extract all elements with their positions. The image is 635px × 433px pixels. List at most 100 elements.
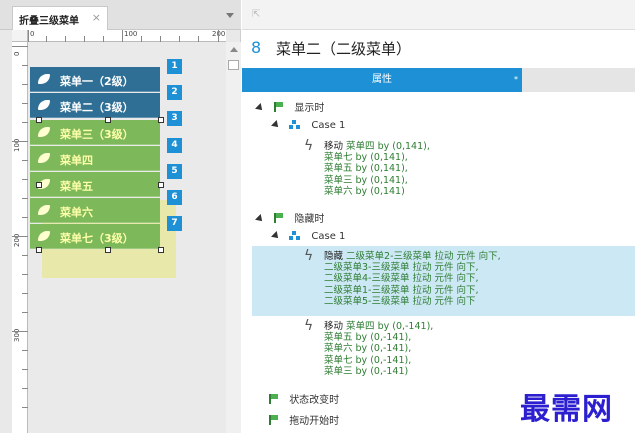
- vertical-scrollbar[interactable]: [226, 42, 241, 433]
- menu-item-label: 菜单二（3级）: [60, 101, 134, 114]
- scroll-thumb[interactable]: [228, 60, 239, 70]
- action-move-2[interactable]: 移动 菜单四 by (0,-141), 菜单五 by (0,-141), 菜单六…: [324, 321, 433, 377]
- menu-item-label: 菜单七（3级）: [60, 232, 134, 245]
- leaf-icon: [38, 127, 50, 137]
- action-verb: 移动: [324, 141, 344, 152]
- action-line: 二级菜单5-三级菜单 拉动 元件 向下: [324, 295, 476, 307]
- event-label: 拖动开始时: [289, 416, 340, 427]
- menu-item-4[interactable]: 菜单四: [30, 146, 160, 171]
- leaf-icon: [38, 153, 50, 163]
- action-line: 菜单三 by (0,141),: [324, 174, 408, 186]
- event-label: 隐藏时: [294, 214, 325, 225]
- lightning-icon: ϟ: [304, 138, 314, 154]
- event-shown[interactable]: 显示时: [255, 99, 325, 114]
- case-row[interactable]: Case 1: [271, 231, 346, 242]
- action-line: 二级菜单1-三级菜单 拉动 元件 向下,: [324, 284, 479, 296]
- menu-item-label: 菜单五: [60, 180, 93, 193]
- action-line: 菜单四 by (0,141),: [346, 141, 430, 152]
- action-line: 菜单四 by (0,-141),: [346, 321, 434, 332]
- event-flag-icon: [273, 102, 284, 112]
- menu-item-6[interactable]: 菜单六: [30, 198, 160, 223]
- menu-item-7[interactable]: 菜单七（3级）: [30, 224, 160, 249]
- widget-number: 8: [251, 38, 262, 57]
- event-drag-start[interactable]: 拖动开始时: [268, 412, 339, 427]
- footnote-badge: 5: [167, 164, 182, 179]
- selection-handle[interactable]: [36, 117, 42, 123]
- ruler-label: 0: [30, 30, 35, 38]
- selection-handle[interactable]: [158, 117, 164, 123]
- selection-handle[interactable]: [36, 247, 42, 253]
- action-move-1[interactable]: 移动 菜单四 by (0,141), 菜单七 by (0,141), 菜单五 b…: [324, 141, 430, 197]
- menu-item-label: 菜单六: [60, 206, 93, 219]
- menu-item-label: 菜单四: [60, 154, 93, 167]
- event-flag-icon: [268, 394, 278, 404]
- event-flag-icon: [268, 415, 278, 425]
- footnote-badge: 7: [167, 216, 182, 231]
- leaf-icon: [38, 74, 50, 84]
- case-label: Case 1: [311, 231, 346, 242]
- selection-handle[interactable]: [158, 182, 164, 188]
- footnote-badge: 4: [167, 138, 182, 153]
- ruler-corner: [12, 30, 28, 42]
- event-hidden[interactable]: 隐藏时: [255, 210, 325, 225]
- expand-arrow-icon[interactable]: [255, 103, 265, 113]
- event-state-change[interactable]: 状态改变时: [268, 391, 339, 406]
- document-tab-bar: 折叠三级菜单 ×: [0, 0, 241, 30]
- action-line: 二级菜单2-三级菜单 拉动 元件 向下,: [346, 251, 501, 262]
- menu-item-1[interactable]: 菜单一（2级）: [30, 67, 160, 92]
- selection-handle[interactable]: [105, 247, 111, 253]
- lightning-icon: ϟ: [304, 318, 314, 334]
- menu-item-5[interactable]: 菜单五: [30, 172, 160, 197]
- action-line: 菜单七 by (0,-141),: [324, 354, 412, 366]
- menu-item-label: 菜单一（2级）: [60, 75, 134, 88]
- selection-handle[interactable]: [105, 117, 111, 123]
- footnote-badge: 6: [167, 190, 182, 205]
- action-verb: 隐藏: [324, 251, 344, 262]
- inspector-panel: ⇱ 8 菜单二（二级菜单） 属性 * 显示时 Case 1 ϟ 移动 菜单四 b…: [242, 0, 635, 433]
- action-line: 菜单五 by (0,141),: [324, 163, 408, 175]
- chevron-down-icon[interactable]: [226, 13, 234, 18]
- leaf-icon: [38, 100, 50, 110]
- footnote-badge: 2: [167, 85, 182, 100]
- tab-properties-label: 属性: [372, 74, 392, 85]
- event-label: 状态改变时: [289, 395, 340, 406]
- expand-arrow-icon[interactable]: [271, 120, 281, 130]
- inspector-header-bar: ⇱: [242, 0, 635, 30]
- action-line: 二级菜单3-三级菜单 拉动 元件 向下,: [324, 262, 479, 274]
- menu-item-2[interactable]: 菜单二（3级）: [30, 93, 160, 118]
- collapse-icon[interactable]: ⇱: [252, 9, 260, 20]
- case-row[interactable]: Case 1: [271, 120, 345, 131]
- action-line: 菜单七 by (0,141),: [324, 152, 408, 164]
- footnote-badge: 1: [167, 59, 182, 74]
- vertical-ruler: 0 100 200 300: [12, 42, 28, 433]
- close-icon[interactable]: ×: [92, 11, 101, 24]
- ruler-label: 100: [124, 30, 138, 38]
- tab-modified-marker: *: [514, 75, 518, 84]
- event-flag-icon: [273, 213, 284, 223]
- widget-title: 菜单二（二级菜单）: [276, 40, 412, 58]
- action-line: 菜单六 by (0,141): [324, 185, 405, 197]
- document-tab[interactable]: 折叠三级菜单 ×: [12, 6, 108, 30]
- expand-arrow-icon[interactable]: [271, 231, 281, 241]
- menu-item-label: 菜单三（3级）: [60, 128, 134, 141]
- case-icon: [289, 120, 301, 129]
- inspector-tabs: 属性 *: [242, 68, 635, 92]
- selection-handle[interactable]: [158, 247, 164, 253]
- expand-arrow-icon[interactable]: [255, 214, 265, 224]
- menu-item-3[interactable]: 菜单三（3级）: [30, 120, 160, 145]
- tab-properties[interactable]: 属性 *: [242, 68, 522, 92]
- design-canvas[interactable]: 菜单一（2级） 菜单二（3级） 菜单三（3级） 菜单四 菜单五 菜单六 菜单七（…: [28, 42, 226, 433]
- scroll-up-icon[interactable]: [230, 47, 238, 52]
- watermark: 最需网: [520, 392, 613, 427]
- lightning-icon: ϟ: [304, 248, 314, 264]
- document-tab-title: 折叠三级菜单: [19, 16, 79, 27]
- selection-handle[interactable]: [36, 182, 42, 188]
- action-line: 菜单六 by (0,-141),: [324, 343, 412, 355]
- action-line: 菜单五 by (0,-141),: [324, 332, 412, 344]
- event-label: 显示时: [294, 103, 325, 114]
- action-line: 二级菜单4-三级菜单 拉动 元件 向下,: [324, 273, 479, 285]
- action-hide[interactable]: 隐藏 二级菜单2-三级菜单 拉动 元件 向下, 二级菜单3-三级菜单 拉动 元件…: [324, 251, 501, 307]
- horizontal-ruler: 0 100 200: [28, 30, 226, 42]
- case-icon: [289, 231, 301, 240]
- action-line: 菜单三 by (0,-141): [324, 365, 409, 377]
